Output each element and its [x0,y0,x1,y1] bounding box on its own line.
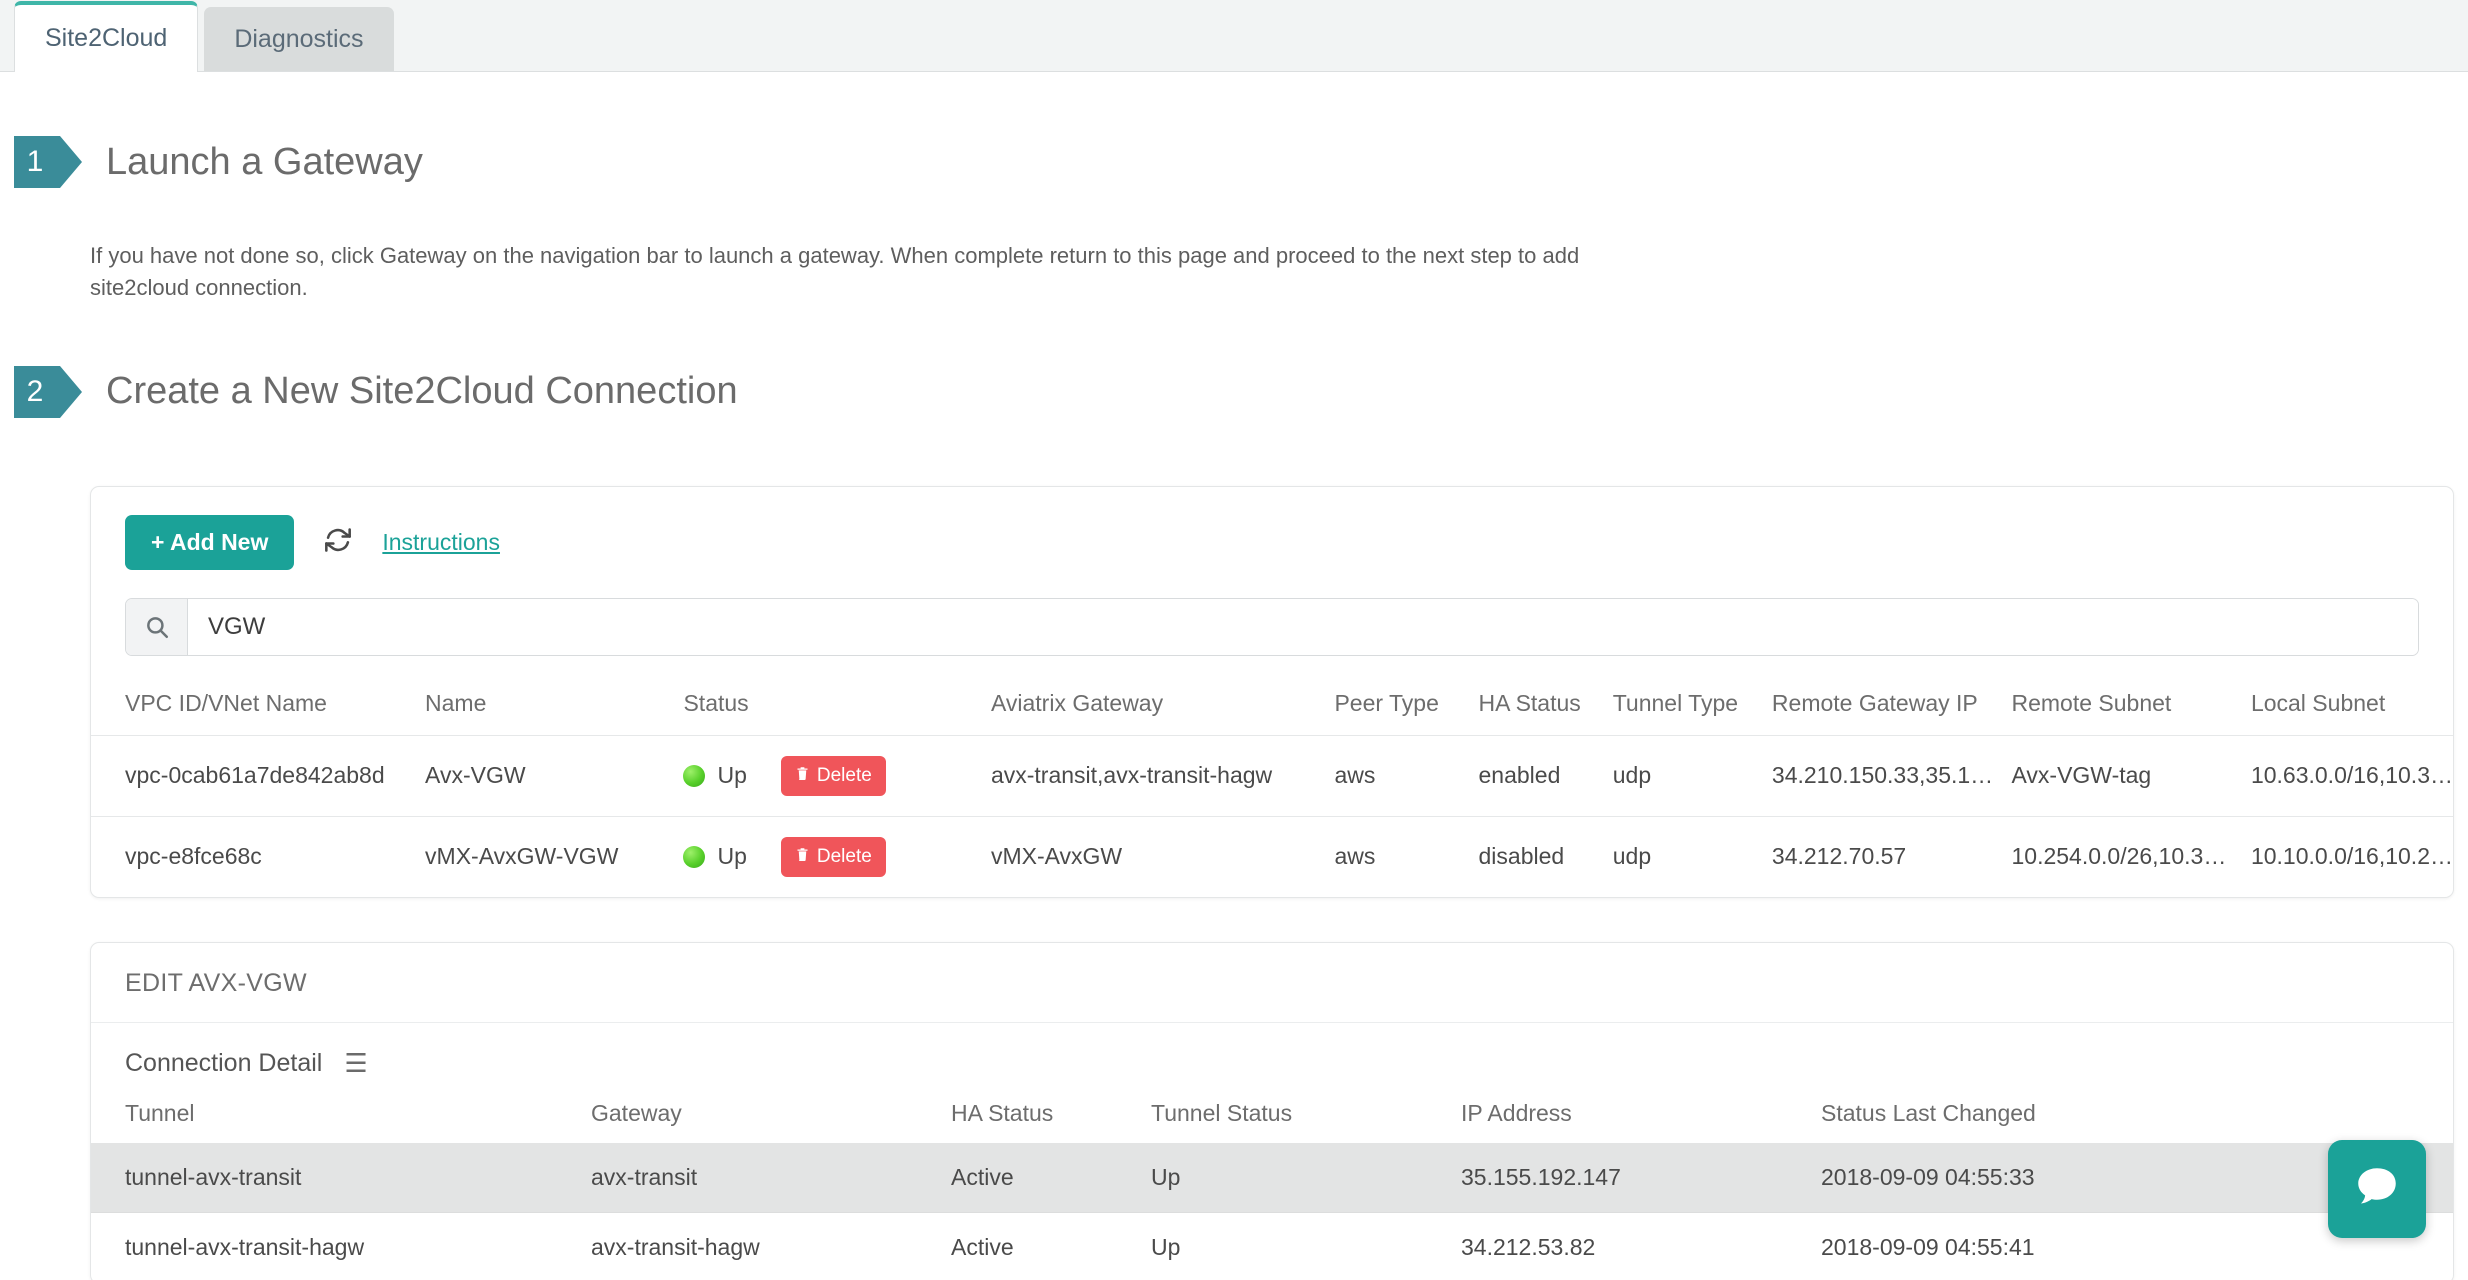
cell-gateway: avx-transit-hagw [591,1212,951,1280]
cell-tunnel-type: udp [1612,735,1772,817]
cell-local-subnet: 10.10.0.0/16,10.2… [2250,843,2453,870]
edit-panel-card: EDIT AVX-VGW Connection Detail ☰ Tunnel … [90,941,2454,1280]
instructions-link[interactable]: Instructions [382,529,500,556]
connections-card: + Add New Instructions VGW VPC ID/VNet N… [90,485,2454,898]
cell-name: vMX-AvxGW-VGW [425,843,619,870]
tab-site2cloud-label: Site2Cloud [45,24,168,52]
add-new-button[interactable]: + Add New [125,514,295,570]
tab-diagnostics[interactable]: Diagnostics [204,7,394,71]
cell-ip-address: 34.212.53.82 [1461,1212,1821,1280]
col-tunnel-status: Tunnel Status [1151,1099,1293,1126]
cell-remote-gateway-ip: 34.212.70.57 [1771,843,1907,870]
step-2-badge: 2 [14,365,82,418]
connection-detail-bar: Connection Detail ☰ [91,1023,2453,1086]
tab-site2cloud[interactable]: Site2Cloud [14,1,199,72]
col-gateway: Gateway [591,1099,682,1126]
cell-peer-type: aws [1334,843,1376,870]
col-aviatrix-gateway: Aviatrix Gateway [990,671,1335,736]
col-status: Status [683,671,991,736]
delete-button-label: Delete [816,845,872,867]
step-2-title: Create a New Site2Cloud Connection [106,370,738,413]
step-2-header: 2 Create a New Site2Cloud Connection [0,365,2468,418]
col-tunnel-type: Tunnel Type [1612,671,1772,736]
cell-remote-gateway-ip: 34.210.150.33,35.1… [1771,735,2012,817]
step-1-badge: 1 [14,136,82,188]
cell-gateway: avx-transit [591,1142,951,1213]
step-1-description: If you have not done so, click Gateway o… [90,243,1580,300]
search-icon [126,598,188,655]
col-peer-type: Peer Type [1334,671,1479,736]
cell-tunnel-status: Up [1151,1142,1461,1213]
table-row[interactable]: vpc-e8fce68c vMX-AvxGW-VGW Up Delete vMX… [91,816,2453,897]
status-dot-icon [683,845,706,868]
cell-tunnel-type: udp [1612,843,1652,870]
cell-tunnel-status: Up [1151,1212,1461,1280]
detail-row-selected[interactable]: tunnel-avx-transit avx-transit Active Up… [91,1142,2453,1213]
col-ha-status: HA Status [1478,671,1613,736]
connections-table: VPC ID/VNet Name Name Status Aviatrix Ga… [91,671,2453,897]
cell-remote-subnet: 10.254.0.0/26,10.3… [2011,843,2227,870]
col-ip-address: IP Address [1461,1099,1572,1126]
cell-remote-subnet: Avx-VGW-tag [2011,735,2251,817]
detail-row[interactable]: tunnel-avx-transit-hagw avx-transit-hagw… [91,1212,2453,1280]
col-status-last-changed: Status Last Changed [1821,1099,2036,1126]
status-dot-icon [683,764,706,787]
col-local-subnet: Local Subnet [2250,671,2453,736]
table-header-row: VPC ID/VNet Name Name Status Aviatrix Ga… [91,671,2453,736]
cell-peer-type: aws [1334,735,1479,817]
tab-diagnostics-label: Diagnostics [234,24,364,53]
connection-detail-table: Tunnel Gateway HA Status Tunnel Status I… [91,1086,2453,1280]
col-name: Name [425,671,684,736]
step-1-header: 1 Launch a Gateway [0,136,2468,188]
cell-status: Up Delete [683,816,990,897]
delete-button[interactable]: Delete [780,755,886,796]
trash-icon [795,846,810,868]
cell-tunnel: tunnel-avx-transit [91,1142,591,1213]
step-1-title: Launch a Gateway [106,140,423,183]
delete-button[interactable]: Delete [780,836,886,877]
status-label: Up [717,843,747,870]
chat-widget-button[interactable] [2328,1140,2426,1238]
hamburger-icon[interactable]: ☰ [344,1050,367,1076]
cell-name: Avx-VGW [425,735,684,817]
cell-aviatrix-gateway: avx-transit,avx-transit-hagw [990,735,1335,817]
cell-ha-status: enabled [1478,735,1613,817]
cell-ha-status: disabled [1478,843,1565,870]
cell-local-subnet: 10.63.0.0/16,10.3… [2250,735,2453,817]
trash-icon [795,765,810,787]
connections-toolbar: + Add New Instructions [91,487,2453,576]
detail-header-row: Tunnel Gateway HA Status Tunnel Status I… [91,1086,2453,1143]
status-label: Up [717,762,747,789]
cell-ip-address: 35.155.192.147 [1461,1142,1821,1213]
col-vpc-id: VPC ID/VNet Name [91,671,426,736]
col-ha-status: HA Status [951,1099,1054,1126]
col-remote-subnet: Remote Subnet [2011,671,2251,736]
cell-vpc-id: vpc-0cab61a7de842ab8d [91,735,426,817]
cell-vpc-id: vpc-e8fce68c [125,843,262,870]
step-1-number: 1 [26,145,44,178]
search-bar [125,597,2419,656]
tab-bar: Site2Cloud Diagnostics [0,0,2468,72]
refresh-icon[interactable] [324,526,352,559]
chat-bubble-icon [2352,1162,2402,1217]
search-input[interactable] [188,598,2418,655]
page-body: 1 Launch a Gateway If you have not done … [0,72,2468,1280]
cell-aviatrix-gateway: vMX-AvxGW [990,843,1123,870]
cell-ha-status: Active [951,1212,1151,1280]
cell-tunnel: tunnel-avx-transit-hagw [91,1212,591,1280]
delete-button-label: Delete [816,764,872,786]
edit-panel-title: EDIT AVX-VGW [91,943,2453,1023]
step-2-number: 2 [26,374,44,408]
col-remote-gw-ip: Remote Gateway IP [1771,671,2012,736]
cell-status: Up Delete [683,735,991,817]
col-tunnel: Tunnel [125,1099,195,1126]
table-row[interactable]: vpc-0cab61a7de842ab8d Avx-VGW Up Delete … [91,735,2453,817]
connection-detail-label: Connection Detail [125,1048,323,1077]
cell-ha-status: Active [951,1142,1151,1213]
